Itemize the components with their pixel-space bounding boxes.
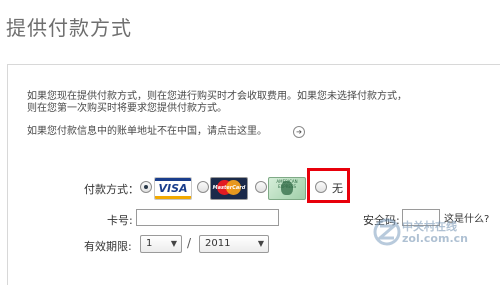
- chevron-down-icon: ▼: [170, 239, 177, 248]
- zol-watermark: 中关村在线 zol.com.cn: [372, 214, 492, 254]
- arrow-right-circle-icon[interactable]: ➔: [293, 126, 305, 138]
- card-number-label: 卡号:: [107, 214, 133, 227]
- chevron-down-icon: ▼: [257, 239, 264, 248]
- radio-visa[interactable]: [140, 181, 152, 193]
- billing-address-notice: 如果您付款信息中的账单地址不在中国，请点击这里。: [27, 126, 267, 137]
- card-number-input[interactable]: [136, 209, 279, 226]
- info-text-line-1: 如果您现在提供付款方式，则在您进行购买时才会收取费用。如果您未选择付款方式，: [27, 91, 407, 102]
- radio-mastercard[interactable]: [197, 181, 209, 193]
- payment-method-label: 付款方式：: [84, 183, 139, 196]
- zol-logo-icon: [373, 218, 401, 246]
- info-text-line-2: 则在您第一次购买时将要求您提供付款方式。: [27, 103, 227, 114]
- expiry-year-select[interactable]: 2011 ▼: [199, 235, 269, 253]
- expiry-month-value: 1: [146, 238, 153, 249]
- amex-card-icon[interactable]: AMERICAN EXPRESS: [268, 177, 306, 200]
- highlight-annotation-box: [307, 168, 350, 203]
- expiry-label: 有效期限:: [84, 240, 132, 253]
- expiry-separator: /: [187, 236, 192, 250]
- expiry-month-select[interactable]: 1 ▼: [140, 235, 182, 253]
- visa-card-text: VISA: [158, 182, 188, 195]
- page-title: 提供付款方式: [6, 16, 132, 40]
- radio-amex[interactable]: [255, 181, 267, 193]
- mastercard-icon[interactable]: MasterCard: [210, 177, 248, 200]
- visa-card-icon[interactable]: VISA: [154, 177, 192, 200]
- mastercard-text: MasterCard: [212, 185, 246, 191]
- watermark-sub-text: zol.com.cn: [402, 232, 468, 245]
- expiry-year-value: 2011: [205, 238, 231, 249]
